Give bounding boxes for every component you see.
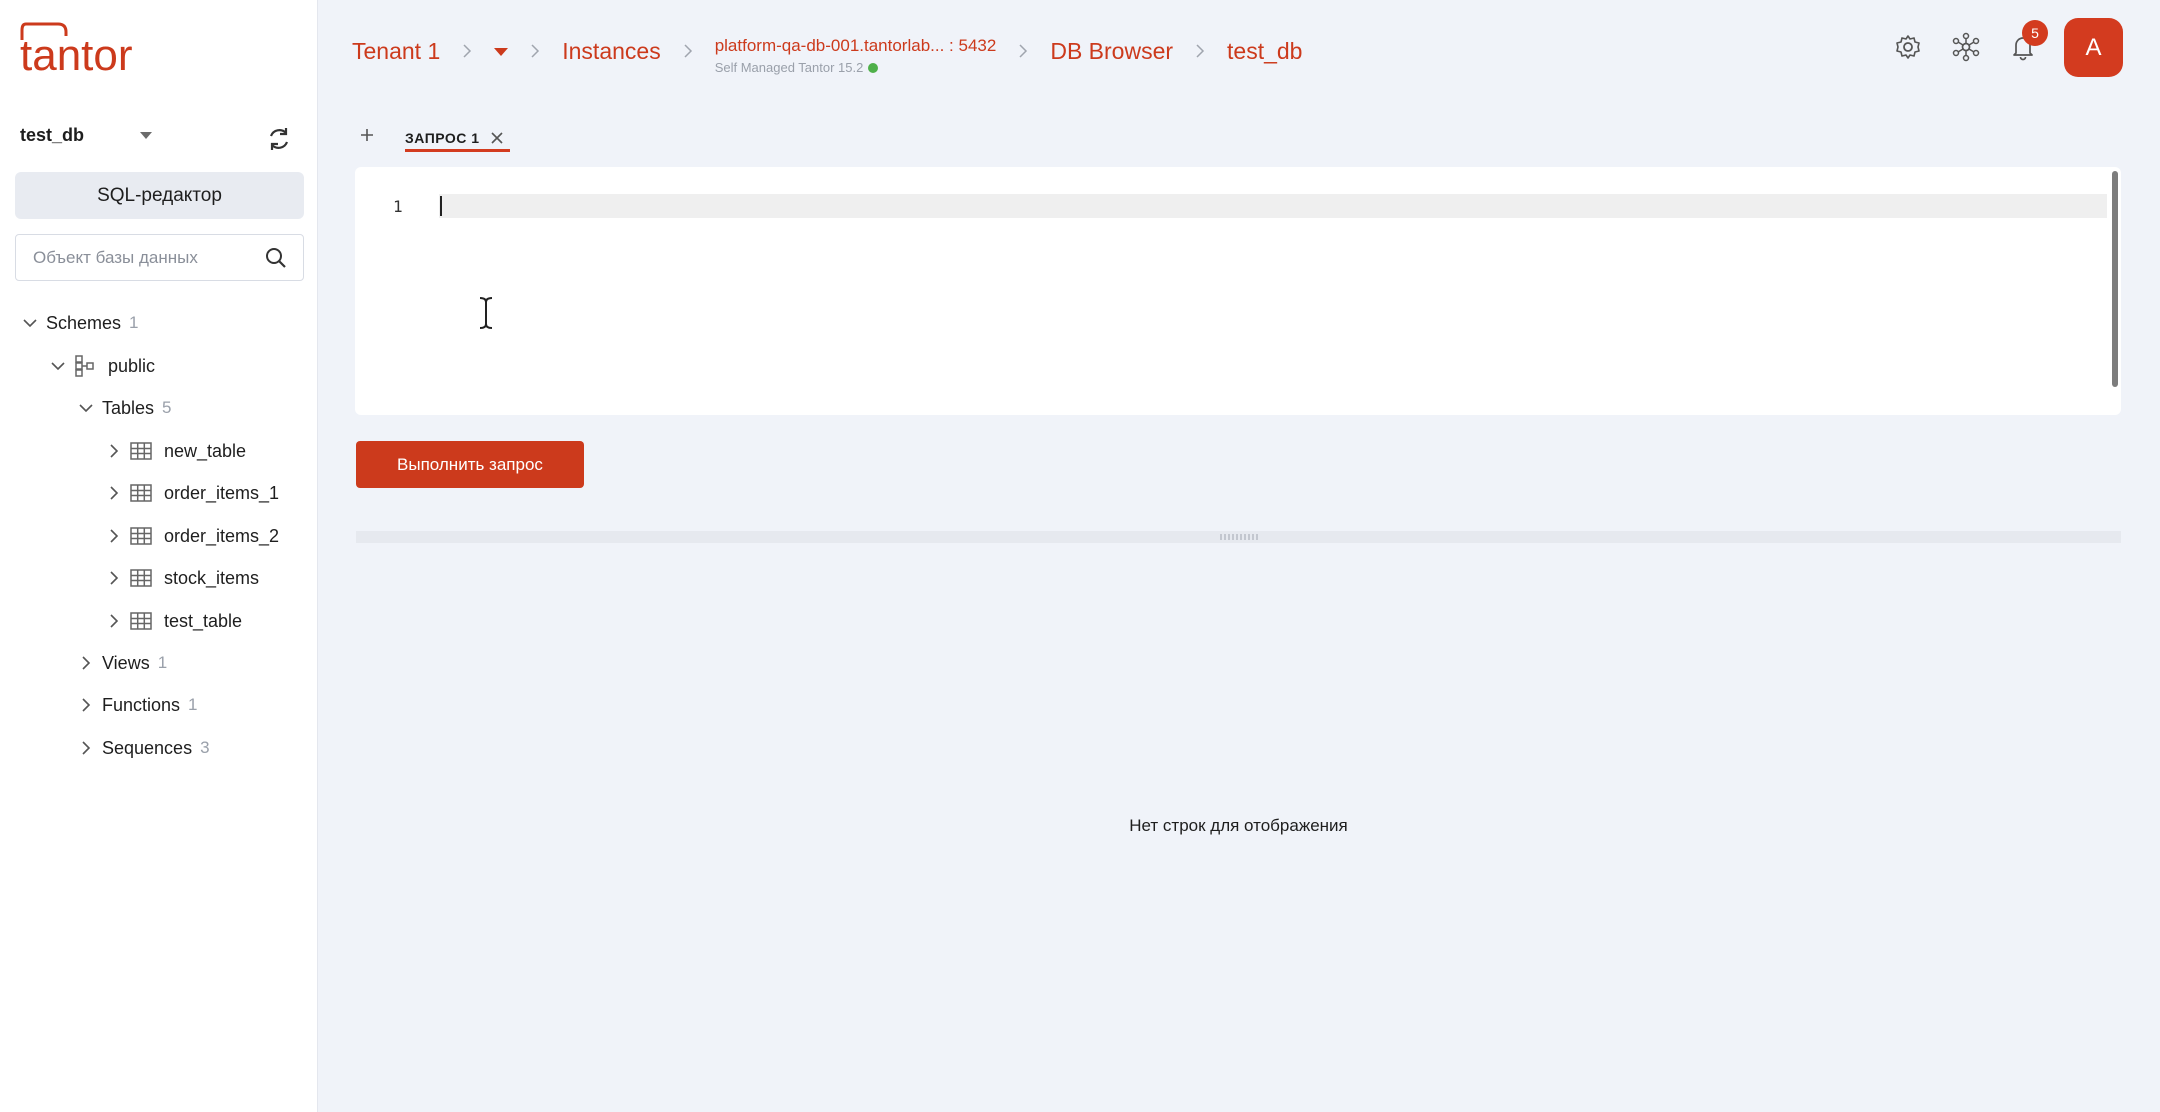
tree-label: order_items_1 bbox=[164, 482, 280, 503]
results-empty-message: Нет строк для отображения bbox=[1129, 816, 1348, 835]
sql-editor-button[interactable]: SQL-редактор bbox=[15, 172, 304, 219]
instance-version: Self Managed Tantor 15.2 bbox=[715, 60, 997, 76]
database-select-value: test_db bbox=[20, 124, 85, 145]
active-tab-indicator bbox=[405, 149, 510, 152]
chevron-down-icon bbox=[51, 362, 65, 371]
tree-count: 1 bbox=[129, 313, 139, 332]
table-icon bbox=[130, 484, 152, 502]
active-line-highlight bbox=[439, 194, 2107, 218]
tree-label: Sequences bbox=[102, 737, 193, 758]
editor-scrollbar[interactable] bbox=[2112, 171, 2118, 387]
tree-count: 5 bbox=[162, 398, 172, 417]
tree-label: test_table bbox=[164, 610, 243, 631]
tree-count: 1 bbox=[188, 695, 198, 714]
svg-text:tantor: tantor bbox=[20, 31, 133, 76]
table-icon bbox=[130, 569, 152, 587]
tree-label: new_table bbox=[164, 440, 247, 461]
tree-item-public[interactable]: public bbox=[50, 351, 155, 381]
chevron-right-icon bbox=[110, 571, 119, 585]
tree-item-views[interactable]: Views 1 bbox=[78, 648, 167, 678]
tree-item-table[interactable]: order_items_2 bbox=[106, 521, 279, 551]
instance-host: platform-qa-db-001.tantorlab... : 5432 bbox=[714, 36, 997, 55]
tree-item-sequences[interactable]: Sequences 3 bbox=[78, 733, 210, 763]
refresh-icon bbox=[269, 128, 289, 150]
chevron-right-icon bbox=[82, 741, 91, 755]
breadcrumb-instance[interactable]: platform-qa-db-001.tantorlab... : 5432 S… bbox=[715, 30, 997, 76]
tree-item-table[interactable]: test_table bbox=[106, 606, 242, 636]
refresh-button[interactable] bbox=[264, 124, 294, 154]
line-number: 1 bbox=[393, 197, 403, 216]
chevron-right-icon bbox=[110, 444, 119, 458]
table-icon bbox=[130, 442, 152, 460]
table-icon bbox=[130, 527, 152, 545]
close-icon[interactable] bbox=[490, 131, 504, 145]
chevron-right-icon bbox=[110, 486, 119, 500]
tree-label: Tables bbox=[102, 397, 155, 418]
chevron-right-icon bbox=[110, 529, 119, 543]
avatar[interactable]: A bbox=[2064, 18, 2123, 77]
tree-item-table[interactable]: order_items_1 bbox=[106, 478, 279, 508]
gear-icon[interactable] bbox=[1893, 32, 1923, 62]
add-tab-icon[interactable] bbox=[356, 124, 378, 146]
chevron-right-icon bbox=[82, 698, 91, 712]
tab-label: ЗАПРОС 1 bbox=[405, 130, 480, 146]
schema-icon bbox=[75, 355, 94, 377]
chevron-right-icon bbox=[1019, 44, 1028, 58]
text-ibeam-cursor-icon bbox=[479, 297, 493, 329]
tree-label: Views bbox=[102, 652, 150, 673]
grip-icon bbox=[1220, 534, 1258, 540]
tree-item-schemes[interactable]: Schemes 1 bbox=[22, 308, 139, 338]
tree-count: 1 bbox=[157, 653, 168, 672]
instance-version-text: Self Managed Tantor 15.2 bbox=[714, 60, 864, 75]
chevron-right-icon bbox=[1196, 44, 1205, 58]
tree-label: public bbox=[108, 355, 156, 376]
breadcrumb: Tenant 1 Instances platform-qa-db-001.ta… bbox=[352, 30, 1302, 76]
chevron-right-icon bbox=[531, 44, 540, 58]
notification-badge: 5 bbox=[2022, 20, 2048, 46]
tree-item-functions[interactable]: Functions 1 bbox=[78, 690, 198, 720]
status-ok-icon bbox=[868, 63, 879, 73]
tenant-dropdown-caret[interactable] bbox=[494, 48, 509, 56]
run-query-button[interactable]: Выполнить запрос bbox=[356, 441, 584, 488]
tree-label: order_items_2 bbox=[164, 525, 280, 546]
chevron-right-icon bbox=[463, 44, 472, 58]
table-icon bbox=[130, 612, 152, 630]
text-cursor bbox=[440, 196, 442, 216]
search-input[interactable] bbox=[33, 235, 253, 280]
tree-item-tables[interactable]: Tables 5 bbox=[78, 393, 172, 423]
tab-query-1[interactable]: ЗАПРОС 1 bbox=[405, 124, 504, 152]
tree-item-table[interactable]: stock_items bbox=[106, 563, 259, 593]
tantor-logo[interactable]: tantor bbox=[20, 20, 152, 80]
sql-editor[interactable]: 1 bbox=[355, 167, 2121, 415]
chevron-down-icon bbox=[23, 319, 37, 328]
breadcrumb-instances[interactable]: Instances bbox=[562, 30, 660, 72]
breadcrumb-database[interactable]: test_db bbox=[1227, 30, 1302, 72]
database-select[interactable]: test_db bbox=[20, 120, 160, 150]
chevron-right-icon bbox=[110, 614, 119, 628]
tree-item-table[interactable]: new_table bbox=[106, 436, 246, 466]
network-icon[interactable] bbox=[1951, 32, 1981, 62]
tree-label: stock_items bbox=[164, 567, 260, 588]
search-icon[interactable] bbox=[265, 247, 287, 269]
breadcrumb-db-browser[interactable]: DB Browser bbox=[1050, 30, 1173, 72]
breadcrumb-tenant[interactable]: Tenant 1 bbox=[352, 30, 440, 72]
chevron-right-icon bbox=[684, 44, 692, 58]
sidebar: tantor test_db SQL-редактор Schemes 1 bbox=[0, 0, 318, 1112]
chevron-right-icon bbox=[82, 656, 91, 670]
caret-down-icon bbox=[140, 132, 152, 139]
tree-label: Functions bbox=[102, 694, 181, 715]
tree-count: 3 bbox=[200, 738, 210, 757]
resize-handle[interactable] bbox=[356, 531, 2121, 543]
chevron-down-icon bbox=[79, 404, 93, 413]
database-object-search bbox=[15, 234, 304, 281]
tree-label: Schemes bbox=[46, 312, 122, 333]
